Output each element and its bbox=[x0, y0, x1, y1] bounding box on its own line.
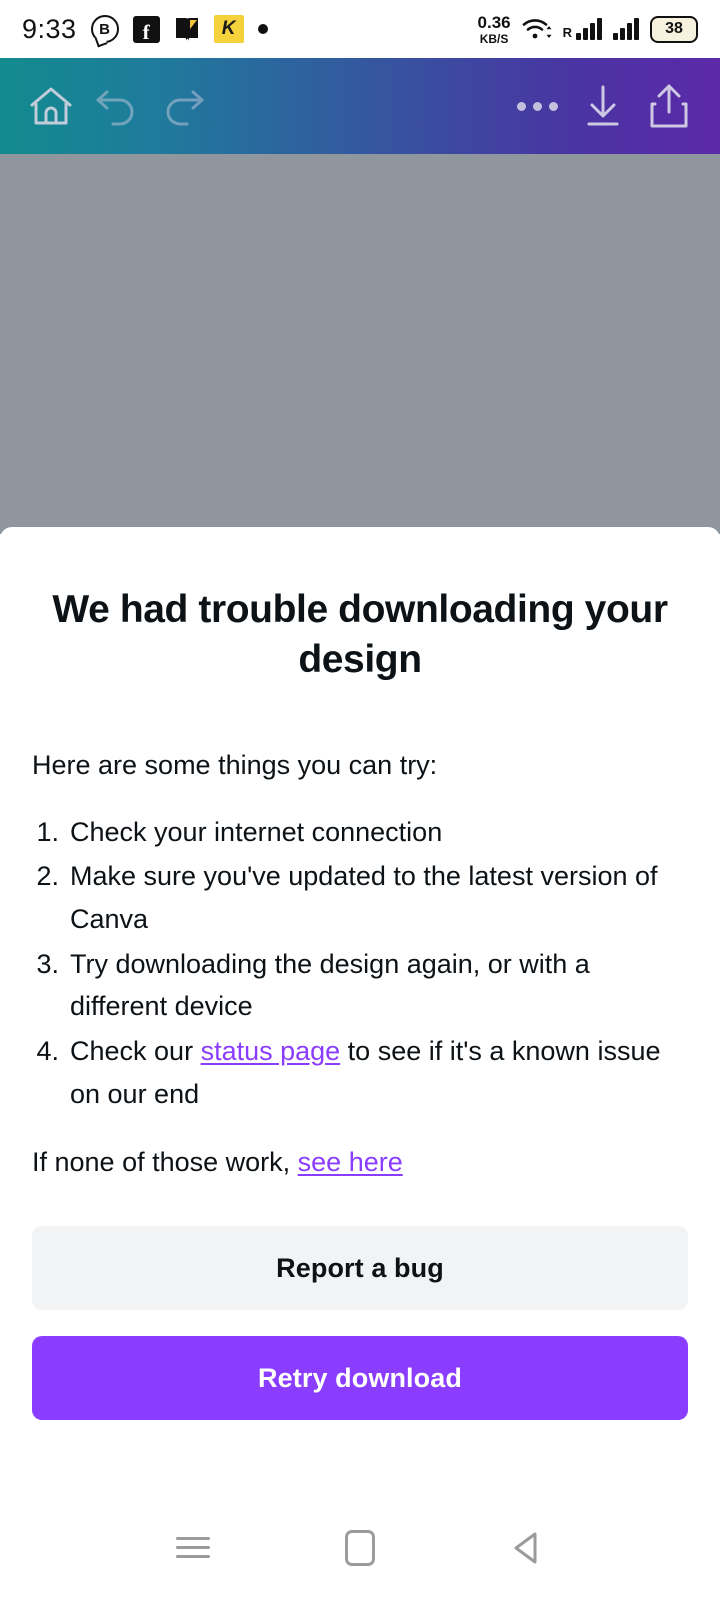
signal-strength-1: R bbox=[563, 18, 602, 40]
list-item-text: Try downloading the design again, or wit… bbox=[70, 943, 688, 1028]
k-letter: K bbox=[221, 18, 236, 39]
more-options-button[interactable] bbox=[504, 73, 570, 139]
fb-letter: f bbox=[142, 19, 150, 44]
list-item-number: 3. bbox=[36, 948, 59, 979]
facebook-icon: f bbox=[132, 15, 160, 44]
more-dots-icon bbox=[516, 101, 558, 111]
roaming-indicator: R bbox=[562, 25, 572, 40]
recents-icon bbox=[176, 1531, 211, 1564]
download-icon bbox=[587, 85, 619, 126]
list-item-text: Check your internet connection bbox=[70, 811, 688, 854]
list-item-prefix: Check our bbox=[70, 1035, 201, 1066]
signal-strength-2 bbox=[613, 18, 639, 40]
home-square-icon bbox=[344, 1529, 375, 1566]
list-item: 2. Make sure you've updated to the lates… bbox=[32, 855, 688, 940]
download-button[interactable] bbox=[570, 73, 636, 139]
home-button[interactable] bbox=[18, 73, 84, 139]
network-speed: 0.36 KB/S bbox=[478, 14, 511, 45]
redo-button[interactable] bbox=[150, 73, 216, 139]
home-nav-button[interactable] bbox=[328, 1516, 392, 1580]
footnote-text: If none of those work, see here bbox=[32, 1147, 688, 1178]
list-item-text: Check our status page to see if it's a k… bbox=[70, 1030, 688, 1115]
redo-icon bbox=[166, 90, 204, 126]
network-speed-unit: KB/S bbox=[479, 31, 509, 46]
b-letter: B bbox=[99, 20, 110, 38]
list-item-number: 2. bbox=[36, 861, 59, 892]
design-canvas-backdrop bbox=[0, 154, 720, 534]
intro-text: Here are some things you can try: bbox=[32, 749, 438, 780]
list-item: 3. Try downloading the design again, or … bbox=[32, 943, 688, 1028]
footnote-prefix: If none of those work, bbox=[32, 1147, 298, 1178]
k-badge-icon: K bbox=[213, 15, 244, 43]
status-clock: 9:33 bbox=[22, 13, 77, 44]
retry-download-button[interactable]: Retry download bbox=[32, 1336, 688, 1421]
page-title: We had trouble downloading your design bbox=[52, 588, 668, 681]
recents-button[interactable] bbox=[161, 1516, 225, 1580]
list-item-number: 4. bbox=[36, 1035, 59, 1066]
undo-icon bbox=[96, 90, 134, 126]
wifi-icon bbox=[522, 16, 552, 42]
messenger-b-icon: B bbox=[90, 15, 119, 43]
status-bar-left: 9:33 B f K bbox=[22, 14, 268, 45]
share-icon bbox=[650, 84, 688, 128]
troubleshooting-list: 1. Check your internet connection 2. Mak… bbox=[32, 811, 688, 1116]
dot-icon bbox=[257, 24, 268, 34]
list-item: 4. Check our status page to see if it's … bbox=[32, 1030, 688, 1115]
app-toolbar bbox=[0, 58, 720, 154]
list-item-text: Make sure you've updated to the latest v… bbox=[70, 855, 688, 940]
report-bug-button[interactable]: Report a bug bbox=[32, 1226, 688, 1311]
list-item-prefix: Make sure you've updated to the latest v… bbox=[70, 861, 658, 934]
see-here-link[interactable]: see here bbox=[298, 1147, 403, 1177]
list-item-number: 1. bbox=[36, 816, 59, 847]
list-item-prefix: Try downloading the design again, or wit… bbox=[70, 948, 590, 1022]
list-item-prefix: Check your internet connection bbox=[70, 816, 443, 847]
battery-icon: 38 bbox=[650, 15, 698, 43]
status-bar: 9:33 B f K 0.36 KB/S R 38 bbox=[0, 0, 720, 58]
undo-button[interactable] bbox=[84, 73, 150, 139]
list-item: 1. Check your internet connection bbox=[32, 811, 688, 854]
android-nav-bar bbox=[0, 1495, 720, 1600]
battery-level: 38 bbox=[665, 20, 683, 37]
back-triangle-icon bbox=[514, 1532, 537, 1563]
home-icon bbox=[30, 87, 72, 125]
error-bottom-sheet: We had trouble downloading your design H… bbox=[0, 527, 720, 1600]
back-button[interactable] bbox=[495, 1516, 559, 1580]
share-button[interactable] bbox=[636, 73, 702, 139]
book-icon bbox=[174, 16, 200, 43]
network-speed-value: 0.36 bbox=[477, 12, 511, 32]
status-bar-right: 0.36 KB/S R 38 bbox=[478, 14, 698, 45]
status-page-link[interactable]: status page bbox=[201, 1036, 341, 1066]
